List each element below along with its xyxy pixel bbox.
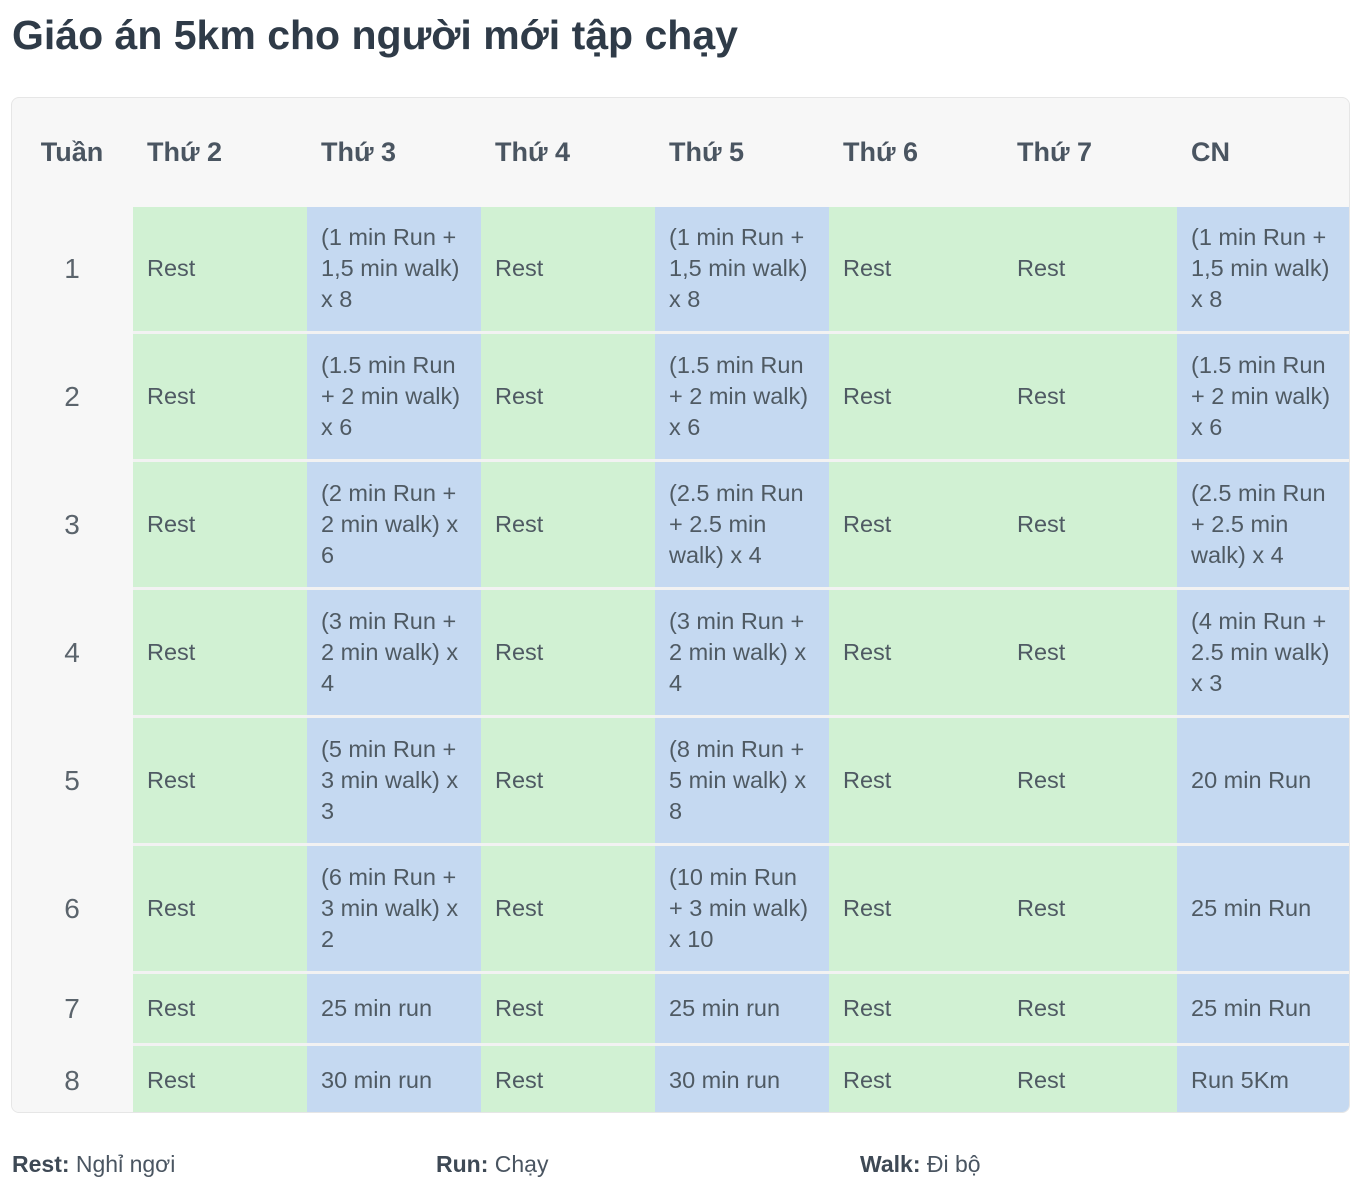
week-number: 5 <box>12 714 133 844</box>
table-cell: Rest <box>1003 207 1177 332</box>
table-cell: Rest <box>1003 330 1177 460</box>
header-monday: Thứ 2 <box>147 137 223 167</box>
table-cell: (5 min Run + 3 min walk) x 3 <box>307 714 481 844</box>
header-row: Tuần Thứ 2 Thứ 3 Thứ 4 Thứ 5 Thứ 6 Thứ 7… <box>12 98 1349 207</box>
legend-meaning: Nghỉ ngơi <box>75 1151 176 1177</box>
training-plan-table: Tuần Thứ 2 Thứ 3 Thứ 4 Thứ 5 Thứ 6 Thứ 7… <box>12 98 1349 1112</box>
table-cell: 25 min run <box>655 970 829 1044</box>
table-row: 3 Rest (2 min Run + 2 min walk) x 6 Rest… <box>12 458 1349 588</box>
table-cell: Rest <box>481 586 655 716</box>
table-cell: (2.5 min Run + 2.5 min walk) x 4 <box>655 458 829 588</box>
table-cell: 30 min run <box>655 1042 829 1112</box>
table-cell: (1.5 min Run + 2 min walk) x 6 <box>307 330 481 460</box>
table-cell: 25 min run <box>307 970 481 1044</box>
table-cell: Rest <box>133 207 307 332</box>
table-row: 1 Rest (1 min Run + 1,5 min walk) x 8 Re… <box>12 207 1349 332</box>
table-cell: Rest <box>829 1042 1003 1112</box>
table-cell: (3 min Run + 2 min walk) x 4 <box>307 586 481 716</box>
table-row: 5 Rest (5 min Run + 3 min walk) x 3 Rest… <box>12 714 1349 844</box>
week-number: 3 <box>12 458 133 588</box>
table-cell: Rest <box>1003 842 1177 972</box>
table-cell: Rest <box>133 842 307 972</box>
week-number: 2 <box>12 330 133 460</box>
table-cell: Rest <box>133 1042 307 1112</box>
table-cell: Rest <box>133 714 307 844</box>
table-cell: Rest <box>133 458 307 588</box>
legend-rest: Rest: Nghỉ ngơi <box>12 1151 175 1178</box>
table-cell: Rest <box>829 714 1003 844</box>
table-cell: Rest <box>829 586 1003 716</box>
table-cell: Rest <box>1003 1042 1177 1112</box>
week-number: 8 <box>12 1042 133 1112</box>
week-number: 7 <box>12 970 133 1044</box>
table-cell: 25 min Run <box>1177 970 1349 1044</box>
table-cell: (1 min Run + 1,5 min walk) x 8 <box>307 207 481 332</box>
table-row: 2 Rest (1.5 min Run + 2 min walk) x 6 Re… <box>12 330 1349 460</box>
table-cell: (4 min Run + 2.5 min walk) x 3 <box>1177 586 1349 716</box>
table-cell: Rest <box>829 330 1003 460</box>
table-cell: Rest <box>481 842 655 972</box>
table-cell: Rest <box>133 586 307 716</box>
table-cell: Rest <box>829 207 1003 332</box>
table-cell: Rest <box>481 970 655 1044</box>
table-cell: (8 min Run + 5 min walk) x 8 <box>655 714 829 844</box>
table-cell: Rest <box>829 842 1003 972</box>
header-friday: Thứ 6 <box>843 137 919 167</box>
table-cell: Rest <box>1003 586 1177 716</box>
legend-term: Run: <box>436 1151 489 1177</box>
legend-meaning: Đi bộ <box>926 1151 981 1177</box>
header-saturday: Thứ 7 <box>1017 137 1093 167</box>
table-cell: Rest <box>133 970 307 1044</box>
table-row: 4 Rest (3 min Run + 2 min walk) x 4 Rest… <box>12 586 1349 716</box>
table-cell: Rest <box>481 1042 655 1112</box>
table-cell: (3 min Run + 2 min walk) x 4 <box>655 586 829 716</box>
legend-term: Walk: <box>860 1151 921 1177</box>
header-sunday: CN <box>1191 137 1230 167</box>
header-tuesday: Thứ 3 <box>321 137 397 167</box>
table-cell: Run 5Km <box>1177 1042 1349 1112</box>
legend-meaning: Chạy <box>494 1151 549 1177</box>
table-cell: (2 min Run + 2 min walk) x 6 <box>307 458 481 588</box>
page-title: Giáo án 5km cho người mới tập chạy <box>12 12 738 58</box>
table-cell: 30 min run <box>307 1042 481 1112</box>
header-week: Tuần <box>40 137 104 167</box>
table-row: 8 Rest 30 min run Rest 30 min run Rest R… <box>12 1042 1349 1112</box>
table-cell: (10 min Run + 3 min walk) x 10 <box>655 842 829 972</box>
plan-card: Tuần Thứ 2 Thứ 3 Thứ 4 Thứ 5 Thứ 6 Thứ 7… <box>11 97 1350 1113</box>
legend-run: Run: Chạy <box>436 1151 548 1178</box>
table-cell: (2.5 min Run + 2.5 min walk) x 4 <box>1177 458 1349 588</box>
table-cell: Rest <box>133 330 307 460</box>
table-cell: Rest <box>481 714 655 844</box>
table-cell: Rest <box>481 330 655 460</box>
table-cell: (1 min Run + 1,5 min walk) x 8 <box>1177 207 1349 332</box>
header-thursday: Thứ 5 <box>669 137 745 167</box>
table-row: 6 Rest (6 min Run + 3 min walk) x 2 Rest… <box>12 842 1349 972</box>
table-cell: Rest <box>481 207 655 332</box>
table-cell: 25 min Run <box>1177 842 1349 972</box>
table-cell: 20 min Run <box>1177 714 1349 844</box>
table-cell: (6 min Run + 3 min walk) x 2 <box>307 842 481 972</box>
header-wednesday: Thứ 4 <box>495 137 571 167</box>
table-cell: (1.5 min Run + 2 min walk) x 6 <box>655 330 829 460</box>
legend-walk: Walk: Đi bộ <box>860 1151 981 1178</box>
table-cell: Rest <box>481 458 655 588</box>
table-cell: Rest <box>1003 714 1177 844</box>
table-cell: (1.5 min Run + 2 min walk) x 6 <box>1177 330 1349 460</box>
table-cell: Rest <box>829 458 1003 588</box>
legend-term: Rest: <box>12 1151 70 1177</box>
table-cell: Rest <box>829 970 1003 1044</box>
table-cell: Rest <box>1003 970 1177 1044</box>
week-number: 6 <box>12 842 133 972</box>
table-cell: Rest <box>1003 458 1177 588</box>
week-number: 4 <box>12 586 133 716</box>
week-number: 1 <box>12 207 133 332</box>
table-cell: (1 min Run + 1,5 min walk) x 8 <box>655 207 829 332</box>
table-row: 7 Rest 25 min run Rest 25 min run Rest R… <box>12 970 1349 1044</box>
